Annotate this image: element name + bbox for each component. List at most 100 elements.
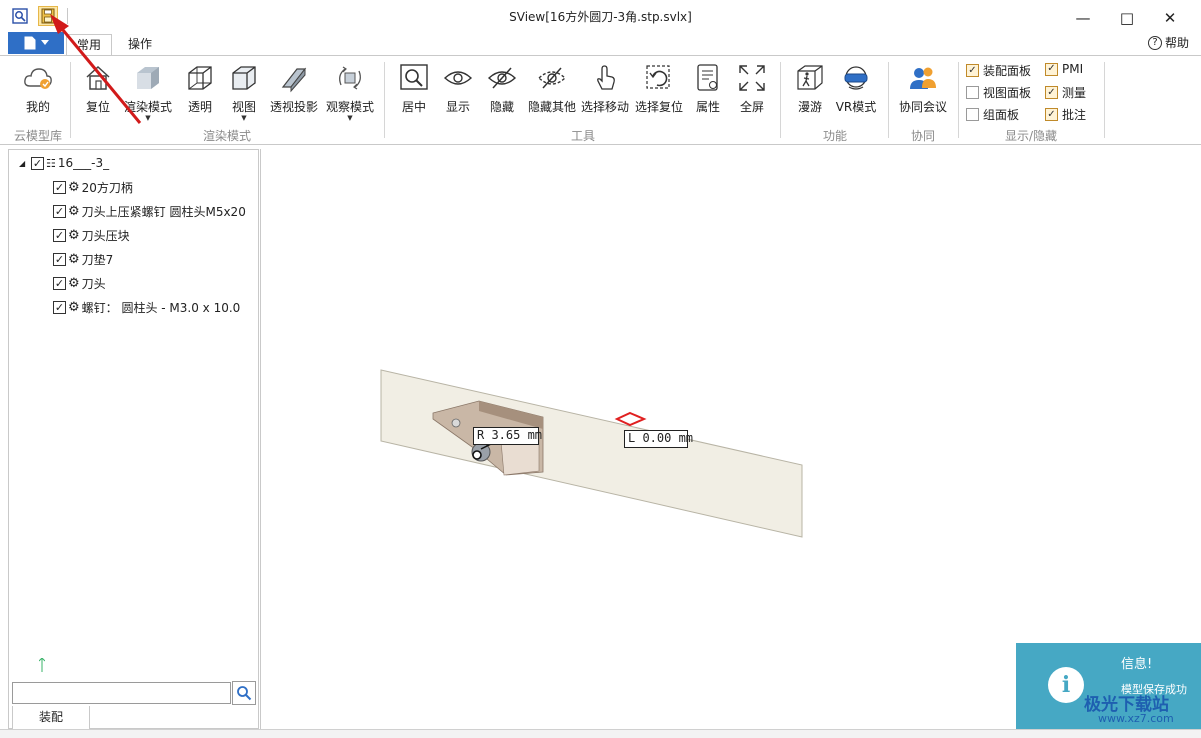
tree-checkbox[interactable]: ✓: [53, 253, 66, 266]
dropdown-arrow-icon: ▼: [145, 114, 151, 122]
transparent-button[interactable]: 透明: [176, 62, 224, 115]
tree-root[interactable]: ◢ ✓ ☷ 16___-3_: [19, 156, 109, 170]
view-panel-toggle[interactable]: 视图面板: [966, 84, 1031, 101]
collapse-triangle-icon[interactable]: ◢: [19, 159, 29, 168]
minimize-button[interactable]: —: [1061, 6, 1105, 30]
observe-mode-label: 观察模式: [325, 100, 374, 114]
group-label-display: 显示/隐藏: [1004, 129, 1058, 143]
fullscreen-button[interactable]: 全屏: [728, 62, 776, 115]
length-dimension-label[interactable]: L 0.00 mm: [624, 430, 693, 448]
assembly-panel: ◢ ✓ ☷ 16___-3_ ✓ ⚙ 20方刀柄 ✓ ⚙ 刀头上压紧螺钉 圆柱头…: [8, 149, 259, 730]
tree-checkbox[interactable]: ✓: [53, 205, 66, 218]
tree-item-label: 螺钉： 圆柱头 - M3.0 x 10.0: [81, 301, 241, 315]
tree-item[interactable]: ✓ ⚙ 刀垫7: [53, 251, 113, 268]
radius-dimension-label[interactable]: R 3.65 mm: [473, 427, 542, 445]
fullscreen-label: 全屏: [739, 100, 764, 114]
assembly-panel-toggle[interactable]: ✓ 装配面板: [966, 62, 1031, 79]
hide-button[interactable]: 隐藏: [478, 62, 526, 115]
tab-operations[interactable]: 操作: [118, 34, 162, 56]
chevron-down-icon: [40, 40, 49, 45]
measure-toggle[interactable]: ✓ 测量: [1045, 84, 1086, 101]
vr-mode-button[interactable]: VR模式: [832, 62, 880, 115]
group-divider: [888, 62, 889, 138]
tree-checkbox[interactable]: ✓: [53, 181, 66, 194]
tree-checkbox[interactable]: ✓: [31, 156, 44, 170]
tree-search-field[interactable]: [13, 683, 230, 703]
part-gear-icon: ⚙: [68, 180, 80, 195]
my-label: 我的: [25, 100, 50, 114]
perspective-button[interactable]: 透视投影: [268, 62, 320, 115]
pmi-toggle[interactable]: ✓ PMI: [1045, 62, 1083, 76]
dropdown-arrow-icon: ▼: [241, 114, 247, 122]
hide-label: 隐藏: [489, 100, 514, 114]
group-label-collab: 协同: [910, 129, 935, 143]
wire-cube-icon: [183, 62, 217, 94]
maximize-button[interactable]: □: [1105, 6, 1149, 30]
tree-item-label: 刀垫7: [81, 253, 114, 267]
expand-arrows-icon: [735, 62, 769, 94]
center-button[interactable]: 居中: [390, 62, 438, 115]
view-button[interactable]: 视图 ▼: [220, 62, 268, 122]
vr-mode-label: VR模式: [835, 100, 877, 114]
3d-viewport[interactable]: R 3.65 mm L 0.00 mm: [260, 149, 1201, 729]
perspective-label: 透视投影: [269, 100, 318, 114]
checkbox-checked-icon: ✓: [1045, 86, 1058, 99]
model-canvas[interactable]: [261, 149, 1201, 729]
tree-item[interactable]: ✓ ⚙ 刀头上压紧螺钉 圆柱头M5x20: [53, 203, 246, 220]
my-button[interactable]: 我的: [14, 62, 62, 115]
view-panel-label: 视图面板: [983, 86, 1032, 100]
annotation-label: 批注: [1062, 108, 1087, 122]
tree-checkbox[interactable]: ✓: [53, 277, 66, 290]
checkbox-unchecked-icon: [966, 108, 979, 121]
view-cube-icon: [227, 62, 261, 94]
properties-doc-icon: [691, 62, 725, 94]
show-button[interactable]: 显示: [434, 62, 482, 115]
users-icon: [906, 62, 940, 94]
roam-button[interactable]: 漫游: [786, 62, 834, 115]
status-bar: [0, 729, 1201, 738]
select-move-button[interactable]: 选择移动: [580, 62, 630, 115]
cutting-plane: [380, 369, 803, 538]
eye-icon: [441, 62, 475, 94]
hole-feature: [451, 418, 461, 428]
group-panel-toggle[interactable]: 组面板: [966, 106, 1019, 123]
tree-search-input[interactable]: [12, 682, 231, 704]
properties-label: 属性: [695, 100, 720, 114]
tree-root-label: 16___-3_: [57, 156, 110, 170]
tree-checkbox[interactable]: ✓: [53, 301, 66, 314]
zoom-fit-icon: [397, 62, 431, 94]
select-rotate-icon: [642, 62, 676, 94]
group-label-tools: 工具: [570, 129, 595, 143]
show-label: 显示: [445, 100, 470, 114]
orbit-icon: [333, 62, 367, 94]
tab-common[interactable]: 常用: [66, 34, 113, 57]
part-gear-icon: ⚙: [68, 276, 80, 291]
meeting-button[interactable]: 协同会议: [896, 62, 950, 115]
tab-assembly[interactable]: 装配: [12, 706, 90, 730]
pmi-label: PMI: [1062, 62, 1084, 76]
tree-item[interactable]: ✓ ⚙ 20方刀柄: [53, 179, 133, 196]
checkbox-checked-icon: ✓: [966, 64, 979, 77]
render-mode-button[interactable]: 渲染模式 ▼: [124, 62, 173, 122]
render-mode-label: 渲染模式: [124, 100, 173, 114]
group-divider: [780, 62, 781, 138]
tree-item[interactable]: ✓ ⚙ 刀头压块: [53, 227, 130, 244]
group-label-render: 渲染模式: [202, 129, 251, 143]
close-button[interactable]: ✕: [1148, 6, 1192, 30]
help-button[interactable]: ? 帮助: [1147, 34, 1189, 51]
tree-checkbox[interactable]: ✓: [53, 229, 66, 242]
reset-button[interactable]: 复位: [74, 62, 122, 115]
properties-button[interactable]: 属性: [684, 62, 732, 115]
hide-others-button[interactable]: 隐藏其他: [526, 62, 578, 115]
tree-item[interactable]: ✓ ⚙ 刀头: [53, 275, 106, 292]
app-menu-button[interactable]: [8, 32, 64, 54]
document-icon: [24, 36, 35, 50]
tree-item[interactable]: ✓ ⚙ 螺钉： 圆柱头 - M3.0 x 10.0: [53, 299, 240, 316]
select-reset-button[interactable]: 选择复位: [634, 62, 684, 115]
hide-others-label: 隐藏其他: [527, 100, 576, 114]
search-button[interactable]: [232, 681, 256, 705]
center-label: 居中: [401, 100, 426, 114]
observe-mode-button[interactable]: 观察模式 ▼: [324, 62, 376, 122]
annotation-toggle[interactable]: ✓ 批注: [1045, 106, 1086, 123]
tree-item-label: 刀头上压紧螺钉 圆柱头M5x20: [81, 205, 246, 219]
